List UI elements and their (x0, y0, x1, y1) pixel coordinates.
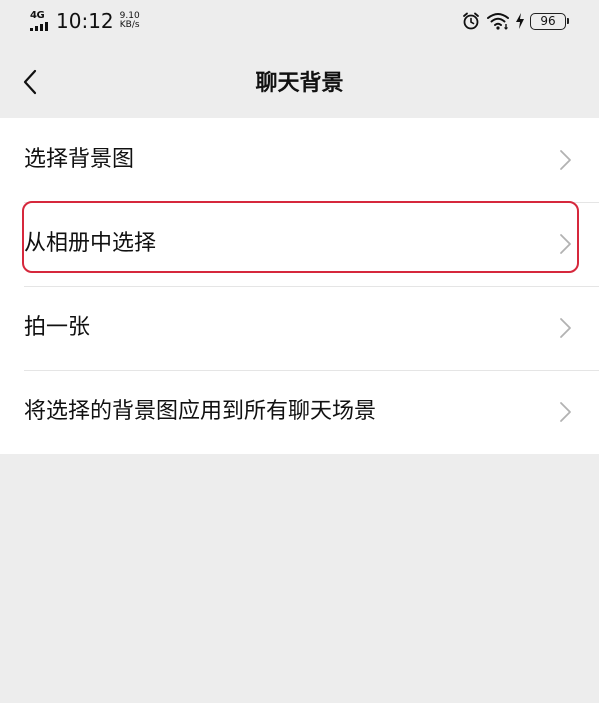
network-type: 4G (30, 10, 45, 21)
list-item-choose-from-album[interactable]: 从相册中选择 (0, 202, 599, 286)
status-left: 4G 10:12 9.10 KB/s (30, 10, 140, 32)
settings-list: 选择背景图 从相册中选择 拍一张 将选择的背景图应用到所有聊天场景 (0, 118, 599, 454)
list-item-take-photo[interactable]: 拍一张 (0, 286, 599, 370)
signal-icon: 4G (30, 11, 52, 31)
chevron-right-icon (560, 402, 571, 422)
battery-icon: 96 (530, 12, 569, 30)
chevron-right-icon (560, 318, 571, 338)
signal-bars (30, 22, 48, 31)
network-speed: 9.10 KB/s (120, 12, 140, 30)
list-item-label: 从相册中选择 (24, 231, 157, 256)
chevron-right-icon (560, 150, 571, 170)
chevron-right-icon (560, 234, 571, 254)
nav-bar: 聊天背景 (0, 46, 599, 118)
status-bar: 4G 10:12 9.10 KB/s 96 (0, 0, 599, 46)
battery-level: 96 (530, 12, 566, 30)
status-right: 96 (461, 11, 569, 31)
list-item-label: 拍一张 (24, 315, 91, 340)
wifi-icon (487, 13, 509, 30)
list-item-label: 选择背景图 (24, 147, 135, 172)
charging-icon (516, 13, 524, 29)
status-time: 10:12 (56, 9, 114, 33)
list-item-label: 将选择的背景图应用到所有聊天场景 (24, 399, 377, 424)
list-item-choose-background[interactable]: 选择背景图 (0, 118, 599, 202)
page-title: 聊天背景 (255, 71, 344, 96)
alarm-icon (463, 12, 479, 30)
speed-unit: KB/s (119, 20, 140, 30)
list-item-apply-to-all-chats[interactable]: 将选择的背景图应用到所有聊天场景 (0, 370, 599, 454)
